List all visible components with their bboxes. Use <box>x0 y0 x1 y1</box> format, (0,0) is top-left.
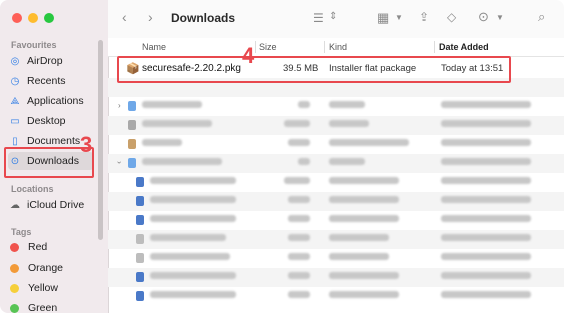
sidebar-item-label: Red <box>28 241 48 253</box>
file-icon <box>136 253 144 263</box>
close-button[interactable] <box>12 13 22 23</box>
disclosure-chevron-icon[interactable]: › <box>118 101 121 110</box>
document-icon <box>136 215 144 225</box>
disclosure-chevron-icon[interactable]: › <box>115 161 124 164</box>
sidebar-item-tag-red[interactable]: Red <box>8 238 94 256</box>
document-icon <box>136 272 144 282</box>
tag-color-dot-icon <box>10 242 19 252</box>
sidebar-item-label: Desktop <box>27 115 66 127</box>
finder-window: Favourites ◎ AirDrop ◷ Recents ⟁ Applica… <box>0 0 564 313</box>
sidebar-item-label: iCloud Drive <box>27 199 85 211</box>
cloud-icon: ☁ <box>10 199 20 211</box>
list-item[interactable] <box>108 268 564 287</box>
more-actions-icon[interactable]: ⊙ <box>478 9 489 25</box>
list-item[interactable] <box>108 116 564 135</box>
file-list-scrollbar[interactable] <box>558 60 562 310</box>
favourites-heading: Favourites <box>11 40 57 50</box>
sidebar-item-recents[interactable]: ◷ Recents <box>8 72 94 90</box>
sidebar-item-tag-green[interactable]: Green <box>8 299 94 313</box>
sidebar-item-tag-yellow[interactable]: Yellow <box>8 279 94 297</box>
zoom-button[interactable] <box>44 13 54 23</box>
sidebar-item-label: Documents <box>27 135 81 147</box>
sidebar-item-tag-orange[interactable]: Orange <box>8 259 94 277</box>
document-icon: ▯ <box>12 135 18 147</box>
sidebar-item-label: Yellow <box>28 282 58 294</box>
list-item[interactable] <box>108 173 564 192</box>
column-divider[interactable] <box>255 41 256 53</box>
column-divider[interactable] <box>324 41 325 53</box>
list-item[interactable] <box>108 192 564 211</box>
column-header-row: Name Size Kind Date Added <box>108 38 564 57</box>
locations-heading: Locations <box>11 184 54 194</box>
minimize-button[interactable] <box>28 13 38 23</box>
list-item[interactable] <box>108 211 564 230</box>
document-icon <box>136 291 144 301</box>
list-view-icon[interactable]: ☰ <box>313 11 324 25</box>
view-options-chevron-icon[interactable]: ⇕ <box>329 11 337 22</box>
list-item[interactable] <box>108 249 564 268</box>
package-icon <box>128 139 136 149</box>
list-item[interactable] <box>108 135 564 154</box>
sidebar-item-icloud-drive[interactable]: ☁ iCloud Drive <box>8 196 94 214</box>
tag-icon[interactable]: ◇ <box>447 10 456 24</box>
column-header-name[interactable]: Name <box>142 42 166 52</box>
sidebar-item-label: AirDrop <box>27 55 63 67</box>
search-icon[interactable]: ⌕ <box>538 9 545 25</box>
sidebar-item-applications[interactable]: ⟁ Applications <box>8 92 94 110</box>
file-icon <box>136 234 144 244</box>
window-controls <box>12 13 54 23</box>
group-icon[interactable]: ▦ <box>377 10 389 26</box>
column-divider[interactable] <box>434 41 435 53</box>
file-icon <box>128 120 136 130</box>
sidebar-item-label: Green <box>28 302 58 313</box>
sidebar-item-label: Recents <box>27 75 66 87</box>
tag-color-dot-icon <box>10 283 19 293</box>
list-item[interactable] <box>108 287 564 306</box>
sidebar-item-airdrop[interactable]: ◎ AirDrop <box>8 52 94 70</box>
column-header-kind[interactable]: Kind <box>329 42 347 52</box>
back-icon[interactable]: ‹ <box>122 9 127 25</box>
sidebar-item-label: Orange <box>28 262 64 274</box>
window-title: Downloads <box>171 11 236 25</box>
folder-icon <box>128 101 136 111</box>
desktop-icon: ▭ <box>10 115 20 127</box>
file-row-highlight-box <box>117 56 511 83</box>
folder-icon <box>128 158 136 168</box>
column-header-date-added[interactable]: Date Added <box>439 42 489 52</box>
list-item[interactable] <box>108 230 564 249</box>
file-list: 📦 securesafe-2.20.2.pkg 39.5 MB Installe… <box>108 56 564 313</box>
clock-icon: ◷ <box>10 75 20 87</box>
share-icon[interactable]: ⇪ <box>419 10 429 24</box>
airdrop-icon: ◎ <box>10 55 20 67</box>
list-item[interactable]: › <box>108 154 564 173</box>
step-4-badge: 4 <box>242 43 255 68</box>
tags-heading: Tags <box>11 227 32 237</box>
group-chevron-down-icon[interactable]: ▼ <box>395 13 403 22</box>
step-3-badge: 3 <box>80 132 93 157</box>
tag-color-dot-icon <box>10 263 19 273</box>
forward-icon[interactable]: › <box>148 9 153 25</box>
document-icon <box>136 177 144 187</box>
document-icon <box>136 196 144 206</box>
toolbar: ‹ › Downloads ☰ ⇕ ▦ ▼ ⇪ ◇ ⊙ ▼ ⌕ <box>108 0 564 39</box>
more-chevron-down-icon[interactable]: ▼ <box>496 13 504 22</box>
list-item[interactable]: › <box>108 97 564 116</box>
column-header-size[interactable]: Size <box>259 42 277 52</box>
sidebar-scrollbar[interactable] <box>98 40 103 240</box>
sidebar-item-label: Applications <box>27 95 84 107</box>
applications-icon: ⟁ <box>10 95 20 107</box>
sidebar-item-desktop[interactable]: ▭ Desktop <box>8 112 94 130</box>
tag-color-dot-icon <box>10 303 19 313</box>
